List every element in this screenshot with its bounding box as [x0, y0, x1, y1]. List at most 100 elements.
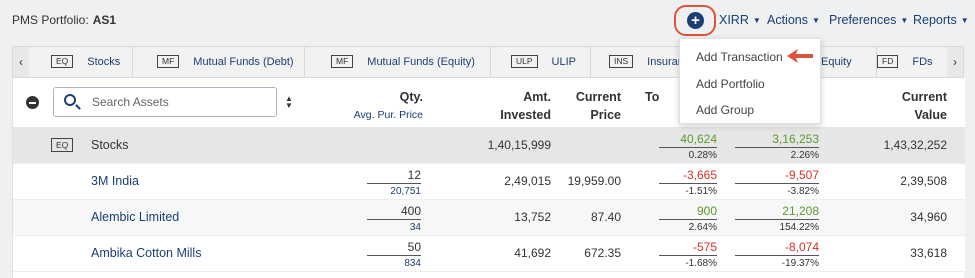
- group-row-stocks[interactable]: EQ Stocks 1,40,15,999 40,624 0.28% 3,16,…: [13, 128, 965, 164]
- overall-gain-cell: -9,507 -3.82%: [735, 167, 819, 200]
- overall-gain-value: -8,074: [784, 240, 819, 254]
- search-box: [53, 87, 277, 117]
- tab-fds[interactable]: FD FDs: [877, 47, 949, 77]
- avg-price-value: 834: [367, 255, 421, 272]
- portfolio-name: AS1: [92, 13, 117, 27]
- search-icon: [64, 94, 76, 106]
- reports-menu[interactable]: Reports ▼: [913, 13, 969, 27]
- table-header: ▲▼ Qty. Avg. Pur. Price Amt. Invested Cu…: [13, 78, 965, 128]
- column-amt-invested[interactable]: Amt. Invested: [500, 88, 551, 124]
- invested-value: 2,49,015: [504, 174, 551, 188]
- column-value-label-1: Current: [901, 90, 947, 104]
- qty-value: 400: [400, 204, 421, 218]
- chevron-down-icon: ▼: [960, 16, 969, 25]
- tab-insurance[interactable]: INS Insurance: [591, 47, 681, 77]
- tab-prev-button[interactable]: ‹: [13, 47, 29, 77]
- column-price-label-2: Price: [590, 108, 621, 122]
- price-value: 87.40: [590, 210, 621, 224]
- search-input[interactable]: [92, 93, 272, 111]
- avg-price-value: 34: [367, 219, 421, 236]
- column-price-label-1: Current: [575, 90, 621, 104]
- column-value-label-2: Value: [914, 108, 947, 122]
- table-row[interactable]: 3M India 12 20,751 2,49,015 19,959.00 -3…: [13, 164, 965, 200]
- current-value: 2,39,508: [900, 174, 947, 188]
- asset-name[interactable]: 3M India: [91, 174, 139, 188]
- tab-badge: ULP: [511, 55, 538, 68]
- tab-mf-equity[interactable]: MF Mutual Funds (Equity): [305, 47, 491, 77]
- plus-icon: +: [687, 12, 704, 29]
- xirr-menu-label: XIRR: [719, 13, 749, 27]
- column-current-price[interactable]: Current Price: [576, 88, 621, 124]
- overall-gain-cell: 21,208 154.22%: [735, 203, 819, 236]
- column-amt-label-1: Amt.: [523, 90, 551, 104]
- pointer-arrow-icon: [787, 49, 813, 63]
- group-invested: 1,40,15,999: [487, 138, 551, 152]
- tab-label: FDs: [912, 56, 933, 68]
- qty-value: 50: [407, 240, 421, 254]
- group-today-value: 40,624: [680, 132, 717, 146]
- group-name: Stocks: [91, 138, 129, 152]
- menu-item-add-group[interactable]: Add Group: [696, 103, 754, 117]
- menu-item-add-portfolio[interactable]: Add Portfolio: [696, 77, 765, 91]
- chevron-right-icon: ›: [953, 55, 957, 69]
- today-gain-pct: 2.64%: [659, 219, 717, 236]
- price-value: 19,959.00: [567, 174, 621, 188]
- tab-badge: MF: [157, 55, 180, 68]
- tab-label: Stocks: [87, 56, 121, 68]
- asset-name[interactable]: Alembic Limited: [91, 210, 179, 224]
- asset-name[interactable]: Ambika Cotton Mills: [91, 246, 201, 260]
- group-today-gain: 40,624 0.28%: [659, 131, 717, 164]
- portfolio-label: PMS Portfolio: AS1: [12, 13, 116, 27]
- column-qty[interactable]: Qty. Avg. Pur. Price: [354, 88, 423, 124]
- tab-ulip[interactable]: ULP ULIP: [491, 47, 591, 77]
- xirr-menu[interactable]: XIRR ▼: [719, 13, 761, 27]
- tab-next-button[interactable]: ›: [947, 47, 963, 77]
- avg-price-value: 20,751: [367, 183, 421, 200]
- add-button[interactable]: +: [674, 5, 716, 36]
- tab-badge: INS: [609, 55, 634, 68]
- asset-tab-bar: ‹ EQ Stocks MF Mutual Funds (Debt) MF Mutua…: [12, 46, 964, 78]
- tab-label: Mutual Funds (Equity): [367, 56, 475, 68]
- group-current-value: 1,43,32,252: [883, 138, 947, 152]
- chevron-down-icon: ▼: [812, 16, 820, 25]
- chevron-down-icon: ▼: [900, 16, 909, 25]
- chevron-left-icon: ‹: [19, 55, 23, 69]
- group-badge: EQ: [51, 138, 74, 152]
- invested-value: 41,692: [514, 246, 551, 260]
- sort-icon[interactable]: ▲ ▼: [285, 95, 293, 110]
- tab-label: Mutual Funds (Debt): [193, 56, 294, 68]
- current-value: 34,960: [910, 210, 947, 224]
- overall-gain-pct: -19.37%: [735, 255, 819, 272]
- qty-cell: 50 834: [367, 239, 421, 272]
- holdings-table: ▲▼ Qty. Avg. Pur. Price Amt. Invested Cu…: [12, 78, 965, 278]
- column-current-value[interactable]: Current Value: [902, 88, 947, 124]
- tab-equity[interactable]: Equity: [821, 47, 877, 77]
- group-overall-pct: 2.26%: [735, 147, 819, 164]
- group-overall-value: 3,16,253: [772, 132, 819, 146]
- column-avg-price-label[interactable]: Avg. Pur. Price: [354, 106, 423, 124]
- tab-badge: EQ: [51, 55, 74, 68]
- collapse-all-icon[interactable]: [26, 96, 39, 109]
- column-qty-label: Qty.: [399, 90, 423, 104]
- chevron-down-icon: ▼: [752, 16, 761, 25]
- tab-mf-debt[interactable]: MF Mutual Funds (Debt): [133, 47, 305, 77]
- tab-badge: FD: [877, 55, 899, 68]
- actions-menu[interactable]: Actions ▼: [767, 13, 820, 27]
- preferences-menu-label: Preferences: [829, 13, 897, 27]
- table-row[interactable]: Alembic Limited 400 34 13,752 87.40 900 …: [13, 200, 965, 236]
- column-today[interactable]: To: [645, 88, 659, 106]
- current-value: 33,618: [910, 246, 947, 260]
- top-bar: PMS Portfolio: AS1 + XIRR ▼ Actions ▼ Prefe…: [0, 0, 975, 40]
- table-row[interactable]: Ambika Cotton Mills 50 834 41,692 672.35…: [13, 236, 965, 272]
- actions-menu-label: Actions: [767, 13, 808, 27]
- group-today-pct: 0.28%: [659, 147, 717, 164]
- today-gain-cell: 900 2.64%: [659, 203, 717, 236]
- overall-gain-value: -9,507: [784, 168, 819, 182]
- today-gain-value: -3,665: [682, 168, 717, 182]
- tab-stocks[interactable]: EQ Stocks: [29, 47, 133, 77]
- overall-gain-cell: -8,074 -19.37%: [735, 239, 819, 272]
- today-gain-cell: -575 -1.68%: [659, 239, 717, 272]
- preferences-menu[interactable]: Preferences ▼: [829, 13, 908, 27]
- invested-value: 13,752: [514, 210, 551, 224]
- menu-item-add-transaction[interactable]: Add Transaction: [696, 50, 783, 64]
